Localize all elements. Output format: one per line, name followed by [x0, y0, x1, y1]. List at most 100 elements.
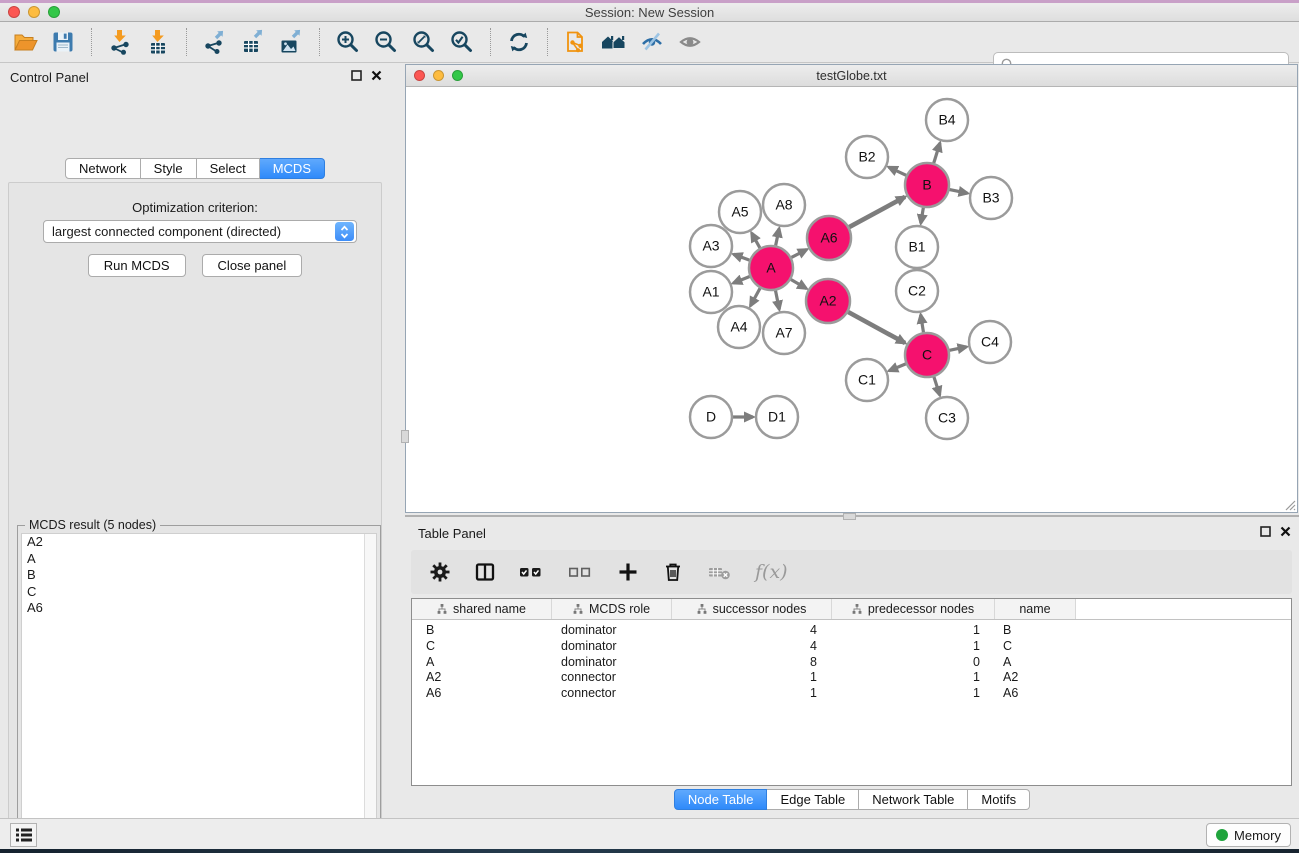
graph-node-A6[interactable]: A6	[807, 216, 851, 260]
graph-node-A8[interactable]: A8	[763, 184, 805, 226]
table-cell[interactable]: A6	[995, 686, 1076, 702]
zoom-selected-button[interactable]	[443, 24, 481, 60]
table-cell[interactable]: dominator	[552, 655, 672, 671]
graph-node-C3[interactable]: C3	[926, 397, 968, 439]
function-builder-icon[interactable]: f(x)	[755, 561, 788, 583]
table-cell[interactable]: 0	[832, 655, 995, 671]
new-session-from-network-button[interactable]	[557, 24, 595, 60]
graph-node-D[interactable]: D	[690, 396, 732, 438]
table-row[interactable]: Cdominator41C	[412, 639, 1291, 655]
close-panel-button[interactable]: Close panel	[202, 254, 303, 277]
delete-column-icon[interactable]	[661, 560, 685, 584]
table-cell[interactable]: C	[412, 639, 552, 655]
graph-node-C[interactable]: C	[905, 333, 949, 377]
horizontal-splitter-handle[interactable]	[843, 513, 856, 520]
network-canvas[interactable]: B4B2BB3A8A5A6A3B1AC2A1A2A4A7C4CC1DC3D1	[406, 87, 1297, 512]
vertical-splitter-handle[interactable]	[401, 430, 409, 443]
close-panel-icon[interactable]	[371, 70, 382, 81]
table-row[interactable]: Adominator80A	[412, 655, 1291, 671]
graph-edge-A-A2[interactable]	[791, 280, 806, 289]
table-cell[interactable]: 4	[672, 623, 832, 639]
graph-node-B4[interactable]: B4	[926, 99, 968, 141]
import-table-button[interactable]	[139, 24, 177, 60]
tab-style[interactable]: Style	[141, 158, 197, 179]
gear-icon[interactable]	[428, 560, 452, 584]
table-cell[interactable]: A6	[412, 686, 552, 702]
graph-edge-A-A6[interactable]	[791, 249, 806, 257]
home-button[interactable]	[595, 24, 633, 60]
mcds-result-item[interactable]: A	[22, 551, 376, 568]
tab-network-table[interactable]: Network Table	[859, 789, 968, 810]
float-panel-icon[interactable]	[351, 70, 362, 81]
column-header-predecessor-nodes[interactable]: predecessor nodes	[832, 599, 995, 619]
refresh-button[interactable]	[500, 24, 538, 60]
mcds-result-item[interactable]: B	[22, 567, 376, 584]
graph-edge-B-B1[interactable]	[921, 208, 924, 224]
tab-node-table[interactable]: Node Table	[674, 789, 768, 810]
memory-button[interactable]: Memory	[1206, 823, 1291, 847]
table-row[interactable]: Bdominator41B	[412, 623, 1291, 639]
graph-edge-A-A5[interactable]	[752, 233, 760, 248]
zoom-in-button[interactable]	[329, 24, 367, 60]
graph-edge-A-A1[interactable]	[733, 277, 749, 284]
resize-grip-icon[interactable]	[1282, 497, 1296, 511]
graph-edge-A6-B[interactable]	[849, 197, 905, 227]
task-history-button[interactable]	[10, 823, 37, 847]
column-header-mcds-role[interactable]: MCDS role	[552, 599, 672, 619]
graph-node-C4[interactable]: C4	[969, 321, 1011, 363]
open-session-button[interactable]	[6, 24, 44, 60]
graph-edge-B-B4[interactable]	[934, 143, 940, 163]
graph-edge-C-C1[interactable]	[889, 364, 906, 371]
network-window-titlebar[interactable]: testGlobe.txt	[406, 65, 1297, 87]
table-cell[interactable]: dominator	[552, 639, 672, 655]
zoom-out-button[interactable]	[367, 24, 405, 60]
select-all-icon[interactable]	[518, 560, 546, 584]
graph-node-A4[interactable]: A4	[718, 306, 760, 348]
export-image-button[interactable]	[272, 24, 310, 60]
column-header-name[interactable]: name	[995, 599, 1076, 619]
graph-node-B2[interactable]: B2	[846, 136, 888, 178]
mcds-result-item[interactable]: A6	[22, 600, 376, 617]
graph-edge-A-A3[interactable]	[734, 254, 750, 260]
tab-motifs[interactable]: Motifs	[968, 789, 1030, 810]
float-panel-icon[interactable]	[1260, 526, 1271, 537]
table-cell[interactable]: 1	[832, 670, 995, 686]
column-header-successor-nodes[interactable]: successor nodes	[672, 599, 832, 619]
table-cell[interactable]: 1	[832, 639, 995, 655]
table-cell[interactable]: 1	[672, 686, 832, 702]
tab-mcds[interactable]: MCDS	[260, 158, 325, 179]
table-row[interactable]: A6connector11A6	[412, 686, 1291, 702]
graph-node-D1[interactable]: D1	[756, 396, 798, 438]
table-cell[interactable]: 1	[832, 623, 995, 639]
graph-edge-A-A4[interactable]	[750, 288, 760, 306]
table-cell[interactable]: 1	[832, 686, 995, 702]
graph-edge-A-A7[interactable]	[776, 291, 780, 310]
graph-edge-A-A8[interactable]	[776, 229, 780, 246]
graph-edge-C-C2[interactable]	[921, 315, 924, 333]
graph-node-C2[interactable]: C2	[896, 270, 938, 312]
table-cell[interactable]: A2	[995, 670, 1076, 686]
tab-network[interactable]: Network	[65, 158, 141, 179]
table-cell[interactable]: B	[412, 623, 552, 639]
tab-select[interactable]: Select	[197, 158, 260, 179]
table-cell[interactable]: connector	[552, 686, 672, 702]
graph-node-A3[interactable]: A3	[690, 225, 732, 267]
graph-node-A5[interactable]: A5	[719, 191, 761, 233]
graph-node-C1[interactable]: C1	[846, 359, 888, 401]
add-column-icon[interactable]	[616, 560, 640, 584]
table-row[interactable]: A2connector11A2	[412, 670, 1291, 686]
table-cell[interactable]: A2	[412, 670, 552, 686]
graph-node-A[interactable]: A	[749, 246, 793, 290]
graph-edge-A2-C[interactable]	[848, 312, 905, 343]
import-network-button[interactable]	[101, 24, 139, 60]
close-panel-icon[interactable]	[1280, 526, 1291, 537]
column-view-icon[interactable]	[473, 560, 497, 584]
graph-node-A7[interactable]: A7	[763, 312, 805, 354]
show-graphics-button[interactable]	[671, 24, 709, 60]
graph-node-A1[interactable]: A1	[690, 271, 732, 313]
column-header-shared-name[interactable]: shared name	[412, 599, 552, 619]
scrollbar-track[interactable]	[364, 534, 376, 853]
save-session-button[interactable]	[44, 24, 82, 60]
deselect-all-icon[interactable]	[567, 560, 595, 584]
table-cell[interactable]: 1	[672, 670, 832, 686]
